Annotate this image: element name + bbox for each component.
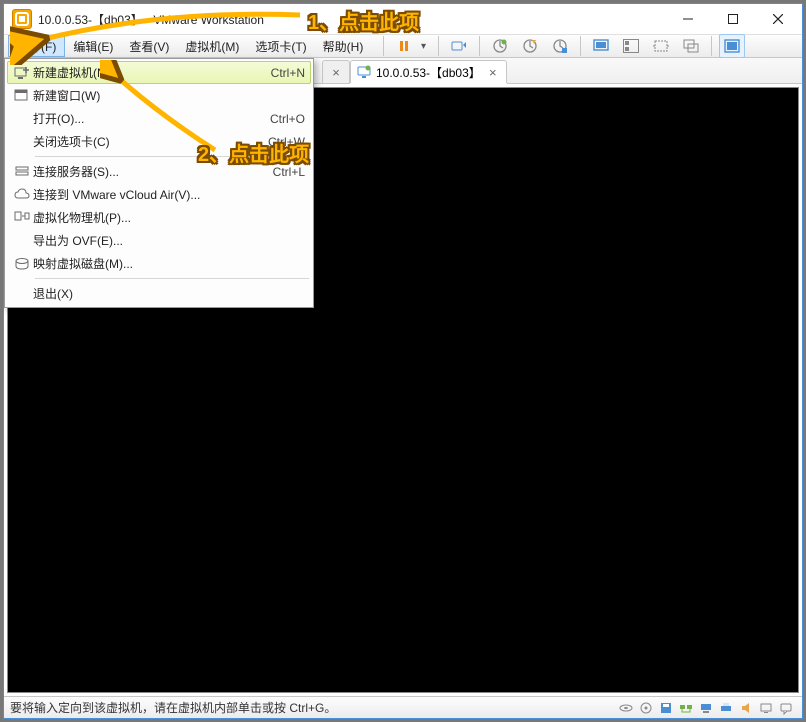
new-window-icon (11, 87, 33, 105)
tray-message-icon[interactable] (778, 700, 794, 716)
view-console-button[interactable] (588, 34, 614, 58)
annotation-text-2: 2、点击此项 (198, 138, 309, 167)
cloud-icon (11, 186, 33, 204)
stretch-button[interactable] (648, 34, 674, 58)
tab-active-vm[interactable]: 10.0.0.53-【db03】 × (350, 60, 507, 83)
menu-virtualize-physical[interactable]: 虚拟化物理机(P)... (7, 206, 311, 229)
statusbar: 要将输入定向到该虚拟机，请在虚拟机内部单击或按 Ctrl+G。 (4, 696, 802, 718)
toolbar: ▾ (374, 34, 802, 58)
pause-button[interactable] (391, 34, 417, 58)
tab-label: 10.0.0.53-【db03】 (376, 64, 481, 81)
view-thumbnail-button[interactable] (618, 34, 644, 58)
menu-vm[interactable]: 虚拟机(M) (177, 35, 247, 57)
send-ctrl-alt-del-button[interactable] (446, 34, 472, 58)
menu-open-shortcut: Ctrl+O (270, 112, 305, 126)
menu-map-disk-label: 映射虚拟磁盘(M)... (33, 255, 305, 272)
tray-printer-icon[interactable] (718, 700, 734, 716)
annotation-text-1: 1、点击此项 (308, 6, 419, 35)
unity-button[interactable] (678, 34, 704, 58)
maximize-button[interactable] (710, 5, 755, 33)
server-icon (11, 163, 33, 181)
menu-connect-vcloud[interactable]: 连接到 VMware vCloud Air(V)... (7, 183, 311, 206)
vm-icon (357, 65, 371, 79)
menu-help[interactable]: 帮助(H) (315, 35, 372, 57)
file-menu-dropdown: 新建虚拟机(N)... Ctrl+N 新建窗口(W) 打开(O)... Ctrl… (4, 58, 314, 308)
menu-tabs[interactable]: 选项卡(T) (247, 35, 314, 57)
menu-new-window[interactable]: 新建窗口(W) (7, 84, 311, 107)
menu-open[interactable]: 打开(O)... Ctrl+O (7, 107, 311, 130)
menu-edit[interactable]: 编辑(E) (65, 35, 121, 57)
menu-exit[interactable]: 退出(X) (7, 282, 311, 305)
app-icon (12, 9, 32, 29)
fullscreen-button[interactable] (719, 34, 745, 58)
menu-connect-vcloud-label: 连接到 VMware vCloud Air(V)... (33, 186, 305, 203)
disk-icon (11, 255, 33, 273)
menu-map-disk[interactable]: 映射虚拟磁盘(M)... (7, 252, 311, 275)
menu-exit-label: 退出(X) (33, 285, 305, 302)
new-vm-icon (11, 64, 33, 82)
menu-open-label: 打开(O)... (33, 110, 270, 127)
menu-view[interactable]: 查看(V) (121, 35, 177, 57)
close-button[interactable] (755, 5, 800, 33)
tray-sound-icon[interactable] (738, 700, 754, 716)
menu-file[interactable]: 文件(F) (8, 35, 65, 57)
snapshot-manager-button[interactable] (547, 34, 573, 58)
window-title: 10.0.0.53-【db03】 - VMware Workstation (38, 11, 264, 28)
menu-export-ovf-label: 导出为 OVF(E)... (33, 232, 305, 249)
tray-display-icon[interactable] (758, 700, 774, 716)
tab-hidden-close[interactable]: × (322, 60, 350, 83)
window-controls (665, 5, 800, 33)
minimize-button[interactable] (665, 5, 710, 33)
physical-icon (11, 209, 33, 227)
status-text: 要将输入定向到该虚拟机，请在虚拟机内部单击或按 Ctrl+G。 (10, 699, 336, 716)
tab-close-button[interactable]: × (486, 65, 500, 79)
menu-new-vm[interactable]: 新建虚拟机(N)... Ctrl+N (7, 61, 311, 84)
menu-virtualize-physical-label: 虚拟化物理机(P)... (33, 209, 305, 226)
tray-floppy-icon[interactable] (658, 700, 674, 716)
menu-new-vm-shortcut: Ctrl+N (271, 66, 305, 80)
menu-new-window-label: 新建窗口(W) (33, 87, 305, 104)
power-dropdown[interactable]: ▾ (421, 41, 431, 52)
menu-new-vm-label: 新建虚拟机(N)... (33, 64, 271, 81)
menu-export-ovf[interactable]: 导出为 OVF(E)... (7, 229, 311, 252)
tray-cd-icon[interactable] (638, 700, 654, 716)
tray-usb-icon[interactable] (698, 700, 714, 716)
tray-disk-icon[interactable] (618, 700, 634, 716)
close-icon[interactable]: × (329, 65, 343, 79)
tray-network-icon[interactable] (678, 700, 694, 716)
snapshot-take-button[interactable] (487, 34, 513, 58)
snapshot-revert-button[interactable] (517, 34, 543, 58)
